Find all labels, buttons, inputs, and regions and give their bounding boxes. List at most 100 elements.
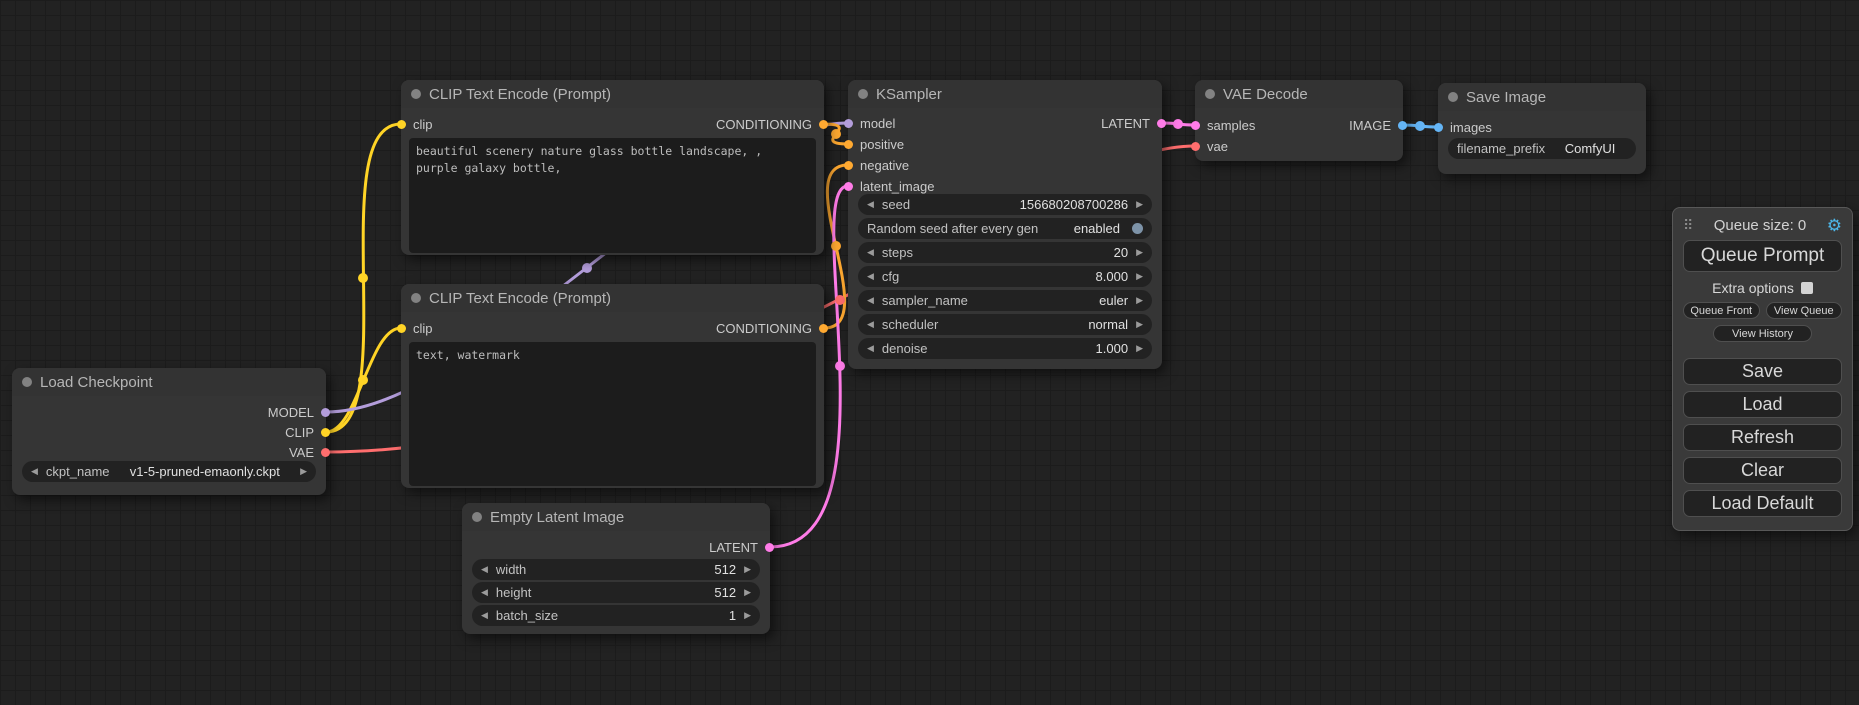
node-title-bar[interactable]: KSampler bbox=[848, 80, 1162, 108]
slot-output-conditioning[interactable]: CONDITIONING bbox=[716, 114, 818, 134]
prev-arrow-icon[interactable]: ◀ bbox=[867, 248, 874, 257]
slot-input-images[interactable]: images bbox=[1444, 117, 1492, 137]
input-dot-positive[interactable] bbox=[844, 140, 853, 149]
queue-front-button[interactable]: Queue Front bbox=[1683, 302, 1760, 319]
input-dot-clip[interactable] bbox=[397, 324, 406, 333]
prev-arrow-icon[interactable]: ◀ bbox=[867, 296, 874, 305]
drag-handle-icon[interactable]: ⠿ bbox=[1683, 217, 1693, 234]
slot-output-latent[interactable]: LATENT bbox=[1101, 113, 1156, 133]
save-button[interactable]: Save bbox=[1683, 358, 1842, 385]
queue-prompt-button[interactable]: Queue Prompt bbox=[1683, 240, 1842, 272]
collapse-dot-icon[interactable] bbox=[22, 377, 32, 387]
output-dot-latent[interactable] bbox=[1157, 119, 1166, 128]
output-dot-vae[interactable] bbox=[321, 448, 330, 457]
output-dot-conditioning[interactable] bbox=[819, 120, 828, 129]
input-dot-latent-image[interactable] bbox=[844, 182, 853, 191]
widget-steps[interactable]: ◀ steps 20 ▶ bbox=[858, 242, 1152, 263]
next-arrow-icon[interactable]: ▶ bbox=[1136, 296, 1143, 305]
slot-output-model[interactable]: MODEL bbox=[268, 402, 320, 422]
slot-input-positive[interactable]: positive bbox=[854, 134, 904, 154]
widget-ckpt-name[interactable]: ◀ ckpt_name v1-5-pruned-emaonly.ckpt ▶ bbox=[22, 461, 316, 482]
refresh-button[interactable]: Refresh bbox=[1683, 424, 1842, 451]
slot-input-vae[interactable]: vae bbox=[1201, 136, 1228, 156]
widget-sampler-name[interactable]: ◀ sampler_name euler ▶ bbox=[858, 290, 1152, 311]
next-arrow-icon[interactable]: ▶ bbox=[1136, 200, 1143, 209]
load-button[interactable]: Load bbox=[1683, 391, 1842, 418]
prev-arrow-icon[interactable]: ◀ bbox=[481, 565, 488, 574]
widget-filename-prefix[interactable]: filename_prefix ComfyUI bbox=[1448, 138, 1636, 159]
prompt-textarea[interactable]: beautiful scenery nature glass bottle la… bbox=[409, 138, 816, 253]
slot-output-vae[interactable]: VAE bbox=[289, 442, 320, 462]
collapse-dot-icon[interactable] bbox=[472, 512, 482, 522]
node-clip-text-encode-negative[interactable]: CLIP Text Encode (Prompt) clip CONDITION… bbox=[401, 284, 824, 488]
slot-output-image[interactable]: IMAGE bbox=[1349, 115, 1397, 135]
widget-random-seed-toggle[interactable]: Random seed after every gen enabled bbox=[858, 218, 1152, 239]
slot-input-clip[interactable]: clip bbox=[407, 318, 433, 338]
prev-arrow-icon[interactable]: ◀ bbox=[867, 344, 874, 353]
view-history-button[interactable]: View History bbox=[1713, 325, 1812, 342]
prev-arrow-icon[interactable]: ◀ bbox=[481, 611, 488, 620]
next-arrow-icon[interactable]: ▶ bbox=[1136, 320, 1143, 329]
node-title-bar[interactable]: Save Image bbox=[1438, 83, 1646, 111]
output-dot-clip[interactable] bbox=[321, 428, 330, 437]
node-title-bar[interactable]: Load Checkpoint bbox=[12, 368, 326, 396]
input-dot-negative[interactable] bbox=[844, 161, 853, 170]
node-vae-decode[interactable]: VAE Decode samples vae IMAGE bbox=[1195, 80, 1403, 161]
slot-input-clip[interactable]: clip bbox=[407, 114, 433, 134]
settings-gear-icon[interactable]: ⚙ bbox=[1827, 217, 1842, 234]
output-dot-conditioning[interactable] bbox=[819, 324, 828, 333]
input-dot-model[interactable] bbox=[844, 119, 853, 128]
collapse-dot-icon[interactable] bbox=[1205, 89, 1215, 99]
next-arrow-icon[interactable]: ▶ bbox=[744, 588, 751, 597]
slot-output-latent[interactable]: LATENT bbox=[709, 537, 764, 557]
clear-button[interactable]: Clear bbox=[1683, 457, 1842, 484]
input-dot-clip[interactable] bbox=[397, 120, 406, 129]
node-load-checkpoint[interactable]: Load Checkpoint MODEL CLIP VAE ◀ ckpt_na… bbox=[12, 368, 326, 495]
slot-input-negative[interactable]: negative bbox=[854, 155, 909, 175]
node-save-image[interactable]: Save Image images filename_prefix ComfyU… bbox=[1438, 83, 1646, 174]
next-arrow-icon[interactable]: ▶ bbox=[1136, 248, 1143, 257]
output-dot-image[interactable] bbox=[1398, 121, 1407, 130]
load-default-button[interactable]: Load Default bbox=[1683, 490, 1842, 517]
node-title-bar[interactable]: CLIP Text Encode (Prompt) bbox=[401, 284, 824, 312]
widget-scheduler[interactable]: ◀ scheduler normal ▶ bbox=[858, 314, 1152, 335]
view-queue-button[interactable]: View Queue bbox=[1766, 302, 1843, 319]
slot-output-clip[interactable]: CLIP bbox=[285, 422, 320, 442]
output-dot-model[interactable] bbox=[321, 408, 330, 417]
prompt-textarea[interactable]: text, watermark bbox=[409, 342, 816, 486]
node-ksampler[interactable]: KSampler model positive negative latent_… bbox=[848, 80, 1162, 369]
slot-input-latent-image[interactable]: latent_image bbox=[854, 176, 934, 196]
widget-seed[interactable]: ◀ seed 156680208700286 ▶ bbox=[858, 194, 1152, 215]
node-title-bar[interactable]: VAE Decode bbox=[1195, 80, 1403, 108]
node-clip-text-encode-positive[interactable]: CLIP Text Encode (Prompt) clip CONDITION… bbox=[401, 80, 824, 255]
widget-cfg[interactable]: ◀ cfg 8.000 ▶ bbox=[858, 266, 1152, 287]
slot-input-samples[interactable]: samples bbox=[1201, 115, 1255, 135]
node-title-bar[interactable]: CLIP Text Encode (Prompt) bbox=[401, 80, 824, 108]
prev-arrow-icon[interactable]: ◀ bbox=[867, 200, 874, 209]
widget-height[interactable]: ◀ height 512 ▶ bbox=[472, 582, 760, 603]
extra-options-checkbox[interactable] bbox=[1801, 282, 1813, 294]
widget-width[interactable]: ◀ width 512 ▶ bbox=[472, 559, 760, 580]
next-arrow-icon[interactable]: ▶ bbox=[1136, 344, 1143, 353]
input-dot-samples[interactable] bbox=[1191, 121, 1200, 130]
input-dot-images[interactable] bbox=[1434, 123, 1443, 132]
widget-batch-size[interactable]: ◀ batch_size 1 ▶ bbox=[472, 605, 760, 626]
next-arrow-icon[interactable]: ▶ bbox=[300, 467, 307, 476]
output-dot-latent[interactable] bbox=[765, 543, 774, 552]
collapse-dot-icon[interactable] bbox=[1448, 92, 1458, 102]
collapse-dot-icon[interactable] bbox=[411, 293, 421, 303]
next-arrow-icon[interactable]: ▶ bbox=[744, 565, 751, 574]
graph-canvas[interactable]: Load Checkpoint MODEL CLIP VAE ◀ ckpt_na… bbox=[0, 0, 1859, 705]
prev-arrow-icon[interactable]: ◀ bbox=[867, 272, 874, 281]
input-dot-vae[interactable] bbox=[1191, 142, 1200, 151]
next-arrow-icon[interactable]: ▶ bbox=[744, 611, 751, 620]
slot-output-conditioning[interactable]: CONDITIONING bbox=[716, 318, 818, 338]
widget-denoise[interactable]: ◀ denoise 1.000 ▶ bbox=[858, 338, 1152, 359]
prev-arrow-icon[interactable]: ◀ bbox=[481, 588, 488, 597]
node-empty-latent-image[interactable]: Empty Latent Image LATENT ◀ width 512 ▶ … bbox=[462, 503, 770, 634]
next-arrow-icon[interactable]: ▶ bbox=[1136, 272, 1143, 281]
prev-arrow-icon[interactable]: ◀ bbox=[31, 467, 38, 476]
prev-arrow-icon[interactable]: ◀ bbox=[867, 320, 874, 329]
slot-input-model[interactable]: model bbox=[854, 113, 895, 133]
toggle-dot-icon[interactable] bbox=[1132, 223, 1143, 234]
